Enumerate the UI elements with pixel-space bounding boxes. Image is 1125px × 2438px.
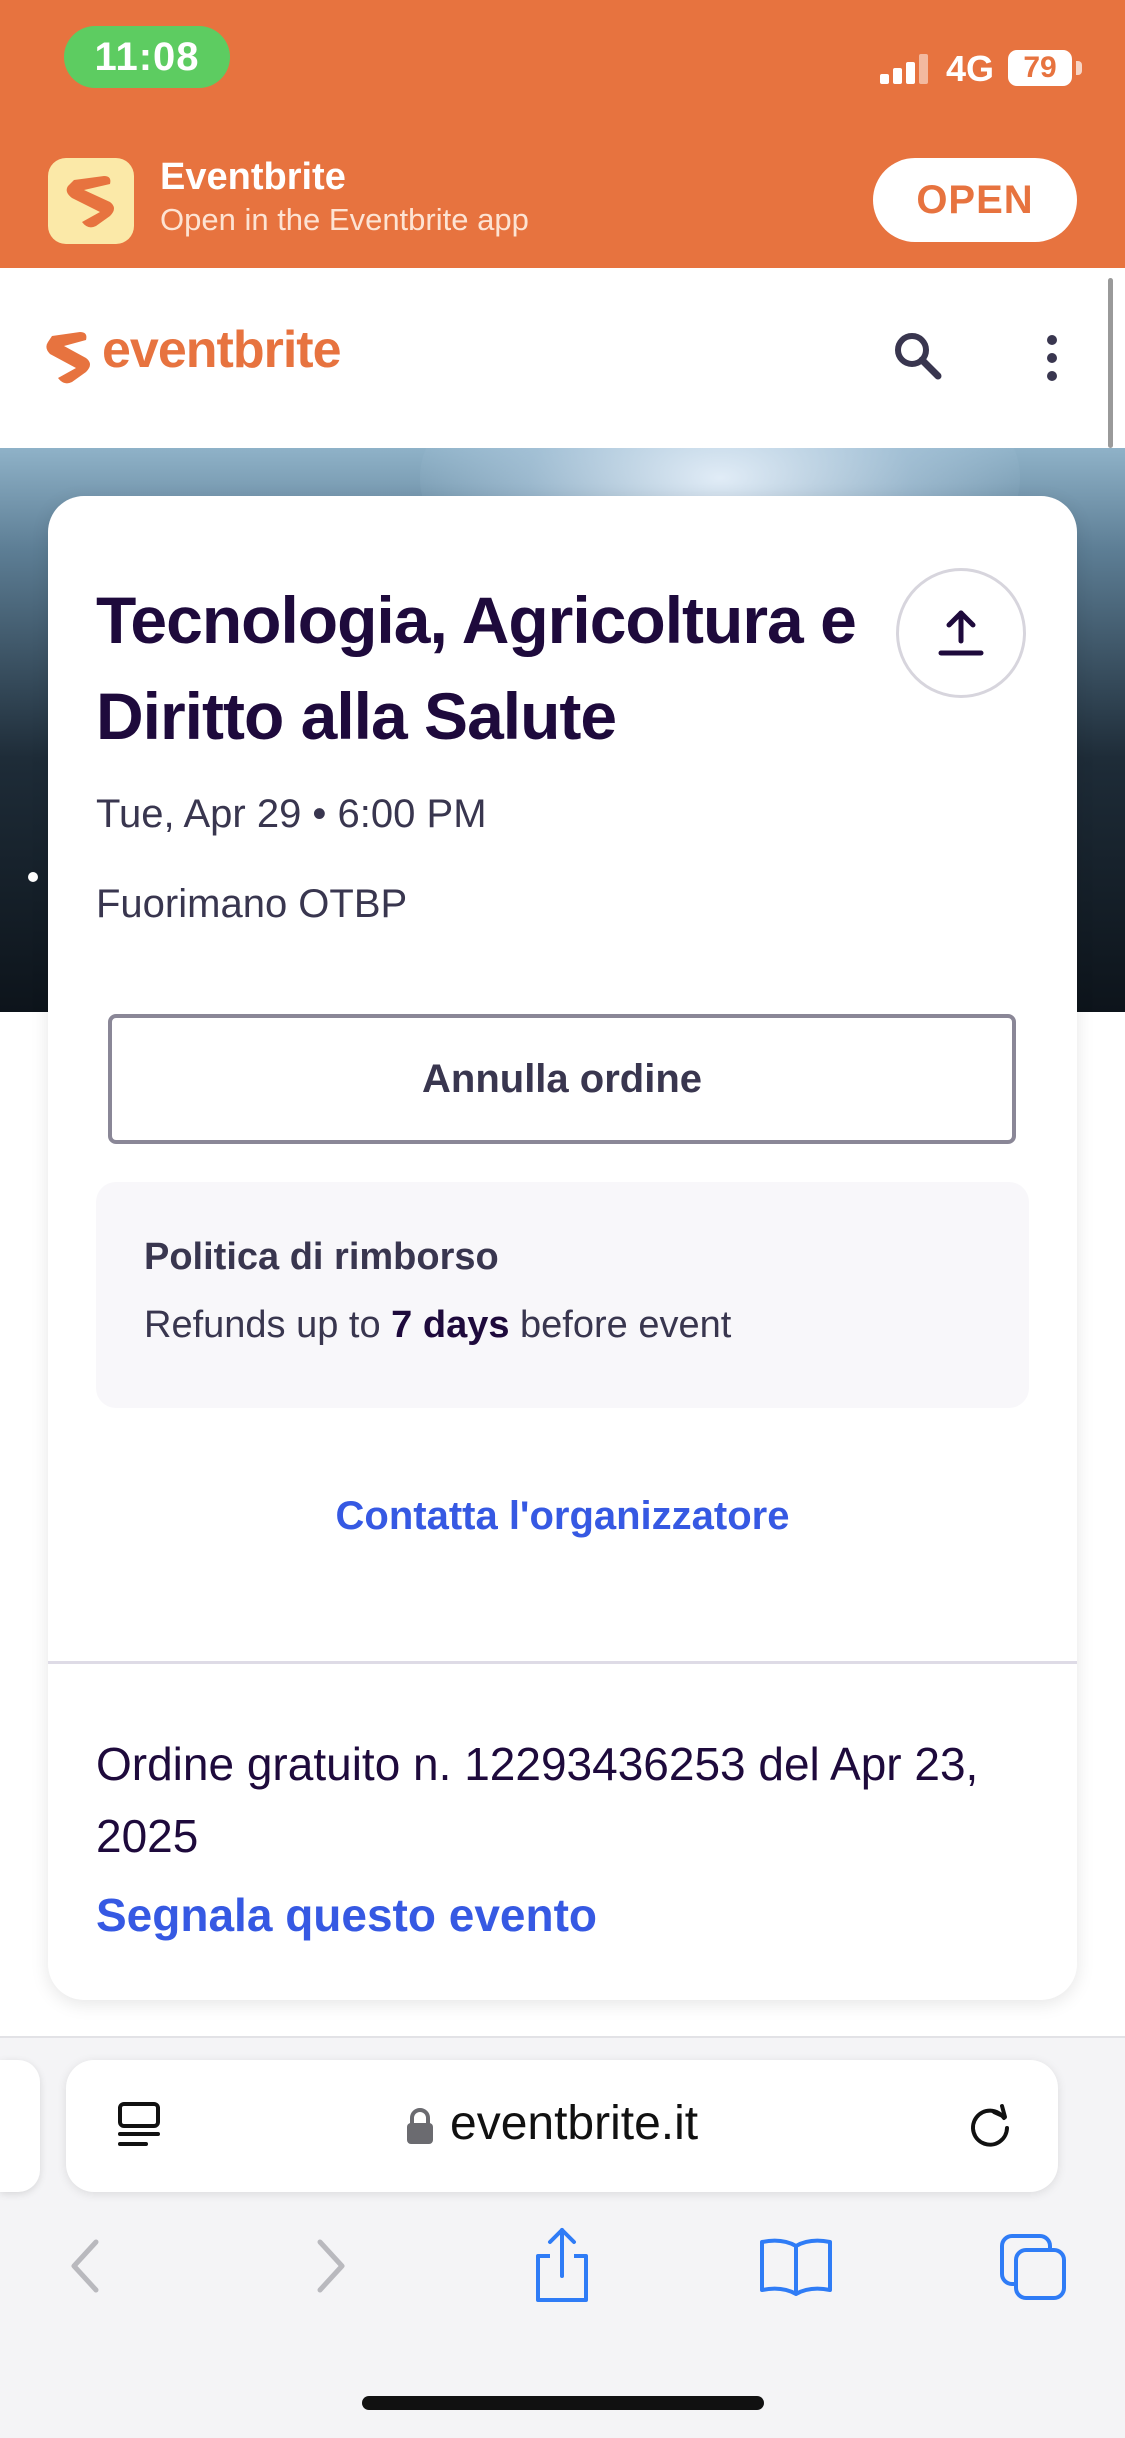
event-title: Tecnologia, Agricoltura e Diritto alla S… — [96, 583, 857, 753]
refund-policy-title: Politica di rimborso — [144, 1236, 499, 1278]
eventbrite-logo-text[interactable]: eventbrite — [102, 320, 342, 380]
order-info: Ordine gratuito n. 12293436253 del Apr 2… — [96, 1738, 979, 1862]
reload-icon[interactable] — [962, 2098, 1018, 2154]
refund-policy-box — [96, 1182, 1029, 1408]
card-divider — [48, 1661, 1077, 1664]
previous-tab-peek[interactable] — [0, 2060, 40, 2192]
share-upload-icon — [938, 610, 984, 656]
home-indicator[interactable] — [362, 2396, 764, 2410]
eventbrite-app-icon[interactable] — [48, 158, 134, 244]
refund-prefix: Refunds up to — [144, 1304, 392, 1346]
search-icon[interactable] — [890, 328, 946, 384]
share-icon[interactable] — [530, 2226, 594, 2304]
battery-icon: 79 — [1008, 50, 1072, 86]
eventbrite-logo-icon[interactable] — [44, 330, 96, 386]
open-app-button[interactable]: OPEN — [873, 158, 1077, 242]
refund-suffix: before event — [509, 1304, 732, 1346]
page-menu-icon[interactable] — [114, 2100, 168, 2152]
contact-organizer-link[interactable]: Contatta l'organizzatore — [48, 1494, 1077, 1539]
event-venue[interactable]: Fuorimano OTBP — [96, 882, 407, 927]
refund-days: 7 days — [391, 1304, 510, 1346]
url-text[interactable]: eventbrite.it — [450, 2096, 698, 2151]
app-subtitle: Open in the Eventbrite app — [160, 202, 529, 237]
refund-policy-text: Refunds up to 7 days before event — [144, 1304, 731, 1347]
more-options-icon[interactable] — [1032, 330, 1072, 386]
report-event-link[interactable]: Segnala questo evento — [96, 1888, 597, 1942]
tabs-icon[interactable] — [998, 2232, 1070, 2302]
back-icon[interactable] — [62, 2236, 112, 2296]
signal-icon — [880, 54, 930, 84]
status-time: 11:08 — [64, 26, 230, 88]
network-label: 4G — [946, 48, 995, 89]
event-date: Tue, Apr 29 • 6:00 PM — [96, 792, 487, 836]
app-name: Eventbrite — [160, 156, 346, 198]
lock-icon — [404, 2106, 436, 2146]
forward-icon[interactable] — [304, 2236, 354, 2296]
cancel-order-button[interactable]: Annulla ordine — [108, 1014, 1016, 1144]
scrollbar[interactable] — [1108, 278, 1113, 448]
share-button[interactable] — [896, 568, 1026, 698]
bookmarks-icon[interactable] — [758, 2236, 834, 2298]
battery-nub — [1076, 61, 1082, 75]
